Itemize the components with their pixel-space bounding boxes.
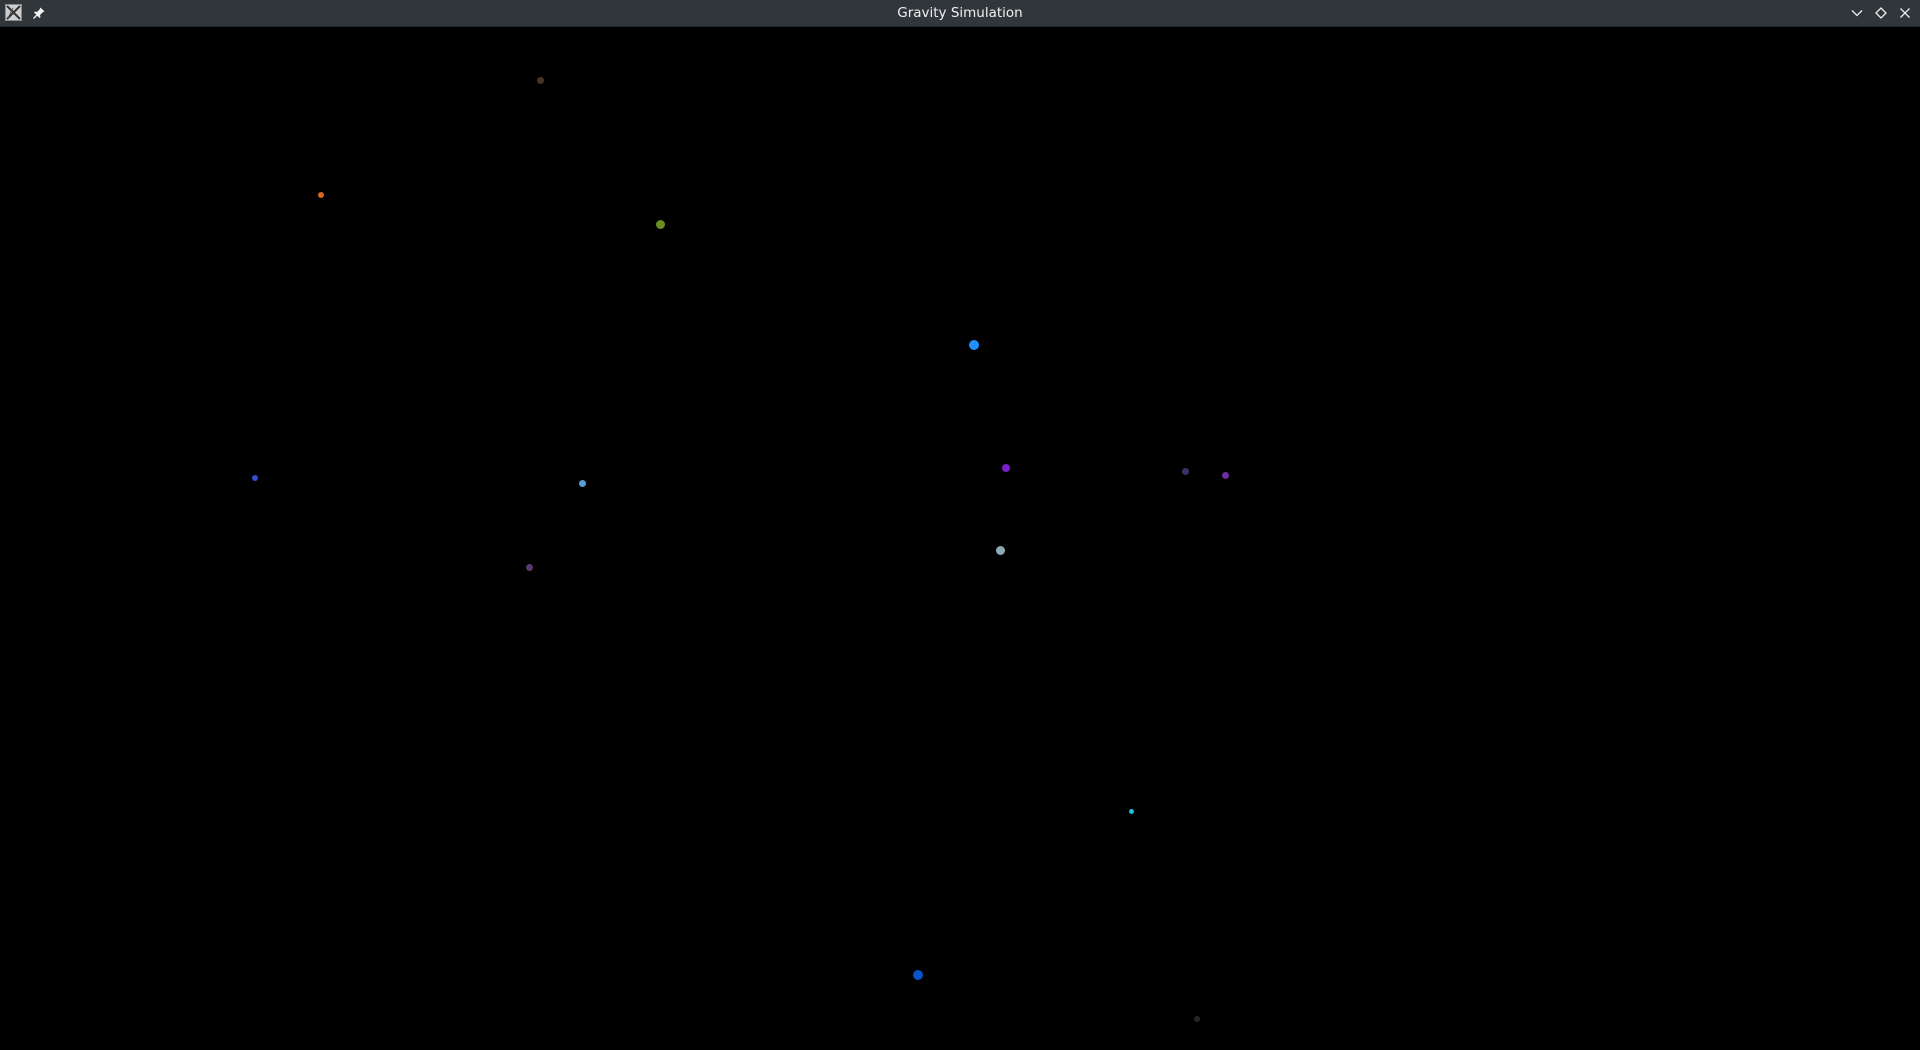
chevron-down-icon	[1851, 10, 1863, 17]
app-window: Gravity Simulation	[0, 0, 1920, 1050]
simulation-canvas[interactable]	[0, 27, 1920, 1050]
title-bar[interactable]: Gravity Simulation	[0, 0, 1920, 27]
particle-body	[1194, 1016, 1200, 1022]
particle-body	[536, 76, 544, 84]
particle-body	[995, 545, 1005, 555]
window-title: Gravity Simulation	[897, 5, 1023, 21]
particle-body	[1221, 471, 1229, 479]
particle-body	[969, 340, 979, 350]
particle-body	[318, 192, 324, 198]
x11-app-icon[interactable]	[5, 4, 22, 21]
minimize-button[interactable]	[1848, 4, 1866, 22]
particle-body	[578, 479, 586, 487]
diamond-icon	[1875, 7, 1887, 19]
particle-body	[1128, 808, 1134, 814]
particle-body	[1002, 464, 1010, 472]
particle-body	[1181, 467, 1189, 475]
particle-body	[525, 563, 533, 571]
particle-body	[913, 970, 923, 980]
close-icon	[1900, 8, 1910, 18]
maximize-button[interactable]	[1872, 4, 1890, 22]
particle-body	[252, 475, 258, 481]
particle-body	[655, 219, 665, 229]
close-button[interactable]	[1896, 4, 1914, 22]
pin-icon[interactable]	[30, 4, 48, 22]
